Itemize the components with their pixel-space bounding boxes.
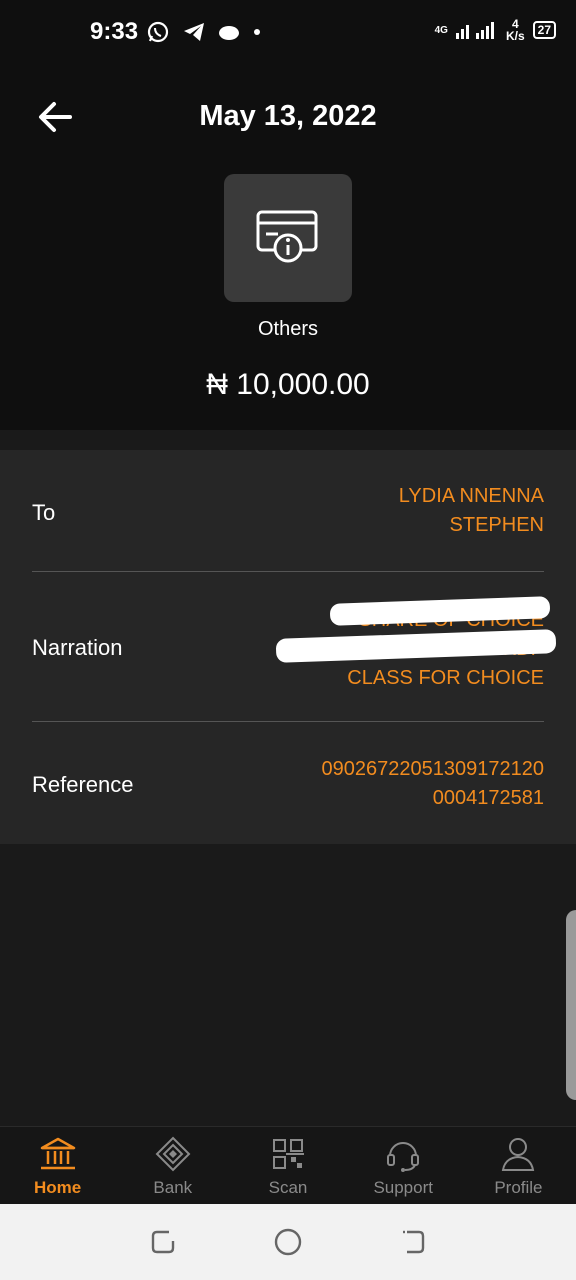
transaction-amount: ₦ 10,000.00: [206, 368, 370, 401]
bank-building-icon: [38, 1134, 78, 1174]
status-time: 9:33: [90, 18, 139, 45]
narration-label: Narration: [32, 635, 123, 660]
to-value-line1: LYDIA NNENNA: [398, 485, 544, 507]
to-label: To: [32, 500, 56, 525]
bottom-nav: Home Bank Scan Support Profile: [0, 1126, 576, 1204]
to-value-line2: STEPHEN: [449, 514, 544, 536]
nav-scan[interactable]: Scan: [230, 1127, 345, 1204]
nav-bank[interactable]: Bank: [115, 1127, 230, 1204]
speed-unit: K/s: [505, 29, 525, 43]
whatsapp-icon: [147, 21, 169, 43]
reference-value: 0902672205130917212​0 0004172581: [322, 755, 544, 813]
recent-apps-icon: [151, 1230, 174, 1254]
home-circle-icon: [274, 1228, 302, 1256]
signal-icon: [455, 22, 494, 39]
status-bar: 9:33 4G 4 K/s 27: [0, 0, 576, 64]
nav-bank-label: Bank: [153, 1177, 193, 1197]
notification-icons: [146, 20, 262, 44]
divider: [32, 721, 544, 722]
back-system-button[interactable]: [393, 1222, 433, 1262]
person-icon: [498, 1134, 538, 1174]
speed-indicator: 4 K/s: [506, 18, 525, 42]
reference-value-line2: 0004172581: [432, 787, 544, 809]
network-type: 4G: [434, 24, 448, 36]
battery-level: 27: [537, 23, 551, 37]
battery-icon: 27: [532, 21, 556, 39]
nav-profile-label: Profile: [494, 1177, 543, 1197]
diamond-icon: [153, 1134, 193, 1174]
nav-profile[interactable]: Profile: [461, 1127, 576, 1204]
card-info-icon: [256, 210, 318, 263]
transaction-details: To LYDIA NNENNA STEPHEN Narration SHARE …: [0, 450, 576, 844]
category-tile: [224, 174, 352, 302]
telegram-icon: [184, 23, 204, 41]
nav-scan-label: Scan: [268, 1177, 308, 1197]
system-status-icons: 4G 4 K/s 27: [435, 18, 556, 42]
detail-row-reference: Reference 0902672205130917212​0 00041725…: [32, 750, 544, 820]
reference-value-line1: 0902672205130917212​0: [321, 758, 544, 780]
narration-value-line3: CLASS FOR CHOICE: [347, 667, 544, 689]
divider: [32, 571, 544, 572]
nav-home[interactable]: Home: [0, 1127, 115, 1204]
category-label: Others: [257, 318, 319, 340]
to-value: LYDIA NNENNA STEPHEN: [399, 482, 544, 540]
nav-home-label: Home: [33, 1177, 82, 1197]
headset-icon: [383, 1134, 423, 1174]
cloud-icon: [219, 26, 239, 40]
recent-apps-button[interactable]: [143, 1222, 183, 1262]
detail-row-to: To LYDIA NNENNA STEPHEN: [32, 480, 544, 570]
back-system-icon: [403, 1230, 425, 1254]
dot-icon: [254, 29, 260, 35]
qr-code-icon: [268, 1134, 308, 1174]
home-button[interactable]: [268, 1222, 308, 1262]
nav-support[interactable]: Support: [346, 1127, 461, 1204]
page-title: May 13, 2022: [199, 100, 377, 132]
reference-label: Reference: [32, 772, 134, 797]
nav-support-label: Support: [373, 1177, 433, 1197]
system-nav-bar: [0, 1204, 576, 1280]
edge-panel-handle[interactable]: [566, 910, 576, 1100]
transaction-header: May 13, 2022 Others ₦ 10,000.00: [0, 64, 576, 430]
